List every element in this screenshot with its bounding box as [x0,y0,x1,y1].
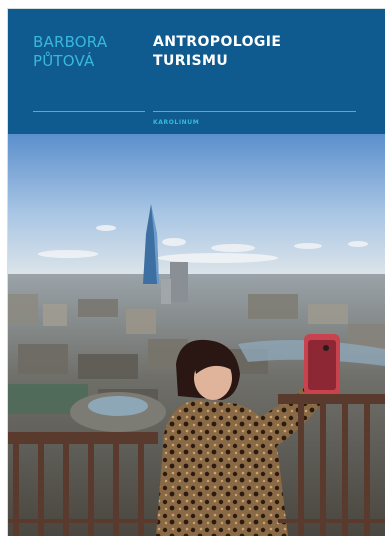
cover-photo [8,134,385,536]
book-cover: BARBORA PŮTOVÁ ANTROPOLOGIE TURISMU KARO… [8,9,385,536]
author-line-1: BARBORA [33,33,108,51]
book-title: ANTROPOLOGIE TURISMU [153,33,363,71]
cover-header: BARBORA PŮTOVÁ ANTROPOLOGIE TURISMU KARO… [8,9,385,134]
publisher-label: KAROLINUM [153,119,200,126]
title-line-1: ANTROPOLOGIE [153,34,282,50]
divider-right [153,111,356,112]
tower-right [170,262,188,302]
title-line-2: TURISMU [153,53,229,69]
author-line-2: PŮTOVÁ [33,52,95,70]
author-name: BARBORA PŮTOVÁ [33,33,153,71]
divider-left [33,111,145,112]
